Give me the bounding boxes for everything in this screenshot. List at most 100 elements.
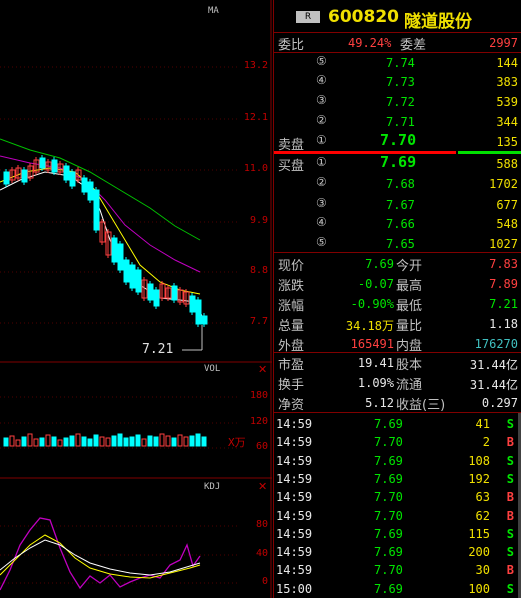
candle-body	[129, 264, 136, 289]
candle-body	[21, 169, 28, 183]
volume-bar	[111, 435, 117, 447]
level-label: ④	[316, 215, 327, 229]
price: 7.73	[386, 75, 415, 89]
volume-bar	[39, 437, 45, 447]
tick-price: 7.70	[374, 490, 403, 505]
volume-bar	[9, 435, 15, 447]
tick-volume: 115	[468, 526, 490, 541]
fund-value: 19.41	[357, 356, 394, 370]
main-indicator-label[interactable]: MA	[208, 6, 219, 16]
tick-side: S	[506, 417, 514, 431]
tick-row[interactable]: 14:59 7.69 108 S	[274, 451, 521, 469]
bids-row[interactable]: ③ 7.67 677	[274, 195, 521, 214]
volume: 548	[496, 217, 518, 231]
asks-row[interactable]: ② 7.71 344	[274, 112, 521, 131]
bids-row[interactable]: ① 7.69 588	[274, 153, 521, 173]
tick-side: B	[506, 435, 514, 450]
stock-name: 隧道股份	[404, 12, 472, 32]
tick-row[interactable]: 14:59 7.69 115 S	[274, 524, 521, 542]
volume-bar	[57, 439, 63, 447]
kline-svg[interactable]	[0, 0, 272, 598]
volume-bar	[21, 436, 27, 447]
quote-value: 7.21	[489, 297, 518, 311]
asks-row[interactable]: ⑤ 7.74 144	[274, 53, 521, 72]
price: 7.66	[386, 217, 415, 231]
vol-tick: 180	[249, 390, 268, 401]
volume-bars	[3, 433, 207, 447]
stock-badge[interactable]: R	[296, 11, 320, 23]
kdj-indicator-label[interactable]: KDJ	[204, 482, 220, 492]
price-tick: 9.9	[249, 215, 268, 226]
tick-time: 15:00	[276, 581, 313, 596]
tick-row[interactable]: 14:59 7.70 63 B	[274, 487, 521, 505]
tick-row[interactable]: 15:00 7.69 100 S	[274, 579, 521, 597]
tick-row[interactable]: 14:59 7.69 200 S	[274, 542, 521, 560]
asks-row[interactable]: ① 7.70 135	[274, 131, 521, 151]
level-label: ②	[316, 175, 327, 189]
candle-body	[81, 177, 88, 193]
tick-row[interactable]: 14:59 7.69 192 S	[274, 469, 521, 487]
tick-row[interactable]: 14:59 7.69 41 S	[274, 414, 521, 432]
volume-bar	[177, 434, 183, 447]
quote-value: 34.18万	[345, 319, 394, 333]
tick-volume: 41	[475, 417, 490, 431]
close-kdj-icon[interactable]: ✕	[258, 480, 267, 493]
volume-bar	[123, 437, 129, 447]
candle-body	[39, 157, 46, 169]
candle-body	[171, 285, 178, 301]
kdj-tick: 80	[255, 519, 268, 530]
fund-row: 换手 1.09% 流通 31.44亿	[274, 373, 521, 393]
volume-bar	[45, 434, 51, 447]
volume-bar	[33, 438, 39, 447]
candle-body	[87, 181, 94, 201]
bids-row[interactable]: ④ 7.66 548	[274, 214, 521, 233]
quote-value: -0.90%	[350, 297, 394, 311]
quote-value: 165491	[350, 337, 394, 351]
tick-volume: 2	[482, 435, 490, 450]
price: 7.70	[380, 131, 417, 149]
volume-bar	[129, 436, 135, 447]
volume-bar	[15, 439, 21, 447]
volume-bar	[69, 435, 75, 447]
tick-row[interactable]: 14:59 7.70 2 B	[274, 432, 521, 450]
order-ratio-row: 委比 49.24% 委差 2997	[274, 33, 521, 53]
tick-side: S	[506, 453, 514, 468]
quote-row: 涨幅 -0.90% 最低 7.21	[274, 294, 521, 314]
candle-body	[117, 243, 124, 271]
vol-indicator-label[interactable]: VOL	[204, 364, 220, 374]
tick-volume: 108	[468, 453, 490, 468]
tick-price: 7.69	[374, 417, 403, 431]
tick-side: B	[506, 508, 514, 523]
volume: 1027	[489, 237, 518, 251]
level-label: ①	[316, 155, 327, 169]
asks-row[interactable]: ③ 7.72 539	[274, 92, 521, 111]
level-label: ④	[316, 73, 327, 87]
level-label: ③	[316, 93, 327, 107]
kline-chart[interactable]: MA VOL KDJ ✕ ✕ 13.2 12.1 11.0 9.9 8.8 7.…	[0, 0, 272, 598]
close-vol-icon[interactable]: ✕	[258, 363, 267, 376]
quote-value: 176270	[474, 337, 518, 351]
quote-label: 量比	[396, 319, 423, 334]
volume-bar	[87, 438, 93, 447]
volume-bar	[165, 435, 171, 447]
volume-bar	[99, 436, 105, 447]
tick-row[interactable]: 14:59 7.70 62 B	[274, 506, 521, 524]
volume-bar	[183, 436, 189, 447]
bids-row[interactable]: ⑤ 7.65 1027	[274, 234, 521, 253]
level-label: ③	[316, 196, 327, 210]
level-label: ①	[316, 133, 327, 147]
tick-time: 14:59	[276, 508, 313, 523]
fund-label: 换手	[278, 378, 305, 393]
candle-body	[147, 283, 154, 301]
tick-row[interactable]: 14:59 7.70 30 B	[274, 560, 521, 578]
volume-bar	[171, 437, 177, 447]
asks-row[interactable]: ④ 7.73 383	[274, 72, 521, 91]
quote-value: -0.07	[357, 277, 394, 291]
wc-label: 委差	[400, 38, 427, 53]
bids-row[interactable]: ② 7.68 1702	[274, 174, 521, 193]
volume-bar	[189, 435, 195, 447]
quote-panel: R 600820 隧道股份 委比 49.24% 委差 2997 ⑤ 7.74 144…	[273, 0, 521, 598]
volume: 344	[496, 115, 518, 129]
candle-body	[153, 289, 160, 307]
stock-header: R 600820 隧道股份	[274, 0, 521, 33]
